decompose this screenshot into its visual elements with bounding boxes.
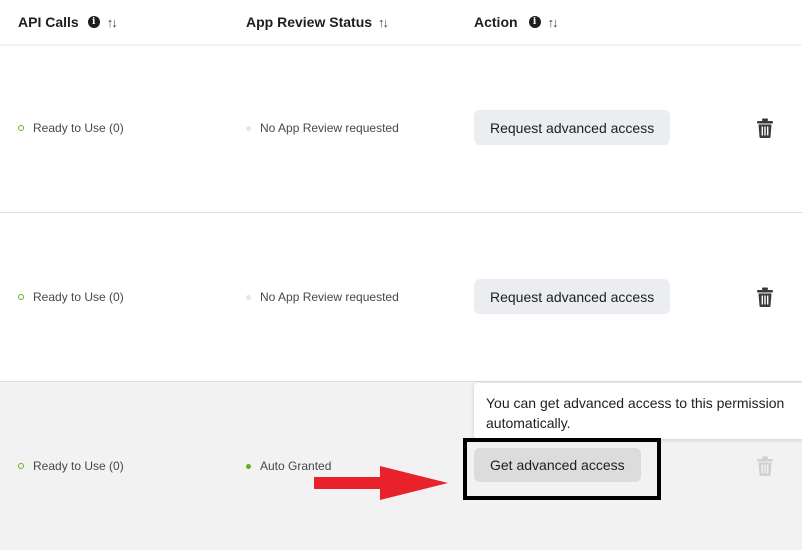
request-advanced-access-button[interactable]: Request advanced access <box>474 279 671 314</box>
api-status-label: Ready to Use (0) <box>33 459 124 473</box>
review-status-label: No App Review requested <box>260 121 399 135</box>
api-status-label: Ready to Use (0) <box>33 290 124 304</box>
review-status: No App Review requested <box>246 290 399 304</box>
sort-arrows-icon[interactable]: ↑↓ <box>107 15 118 30</box>
info-icon[interactable]: i <box>528 16 541 28</box>
table-header: API Calls i ↑↓ App Review Status ↑↓ Acti… <box>0 0 802 45</box>
ready-status-icon <box>18 463 24 469</box>
tooltip-text: You can get advanced access to this perm… <box>486 395 785 431</box>
api-status: Ready to Use (0) <box>18 290 124 304</box>
request-advanced-access-button[interactable]: Request advanced access <box>474 110 671 145</box>
sort-arrows-icon[interactable]: ↑↓ <box>548 15 559 30</box>
column-header-action[interactable]: Action i ↑↓ <box>474 14 559 30</box>
granted-status-icon <box>246 463 251 469</box>
api-status-label: Ready to Use (0) <box>33 121 124 135</box>
red-arrow-icon <box>314 466 448 500</box>
ready-status-icon <box>18 294 24 300</box>
review-status: No App Review requested <box>246 121 399 135</box>
api-status: Ready to Use (0) <box>18 459 124 473</box>
tooltip: You can get advanced access to this perm… <box>474 383 802 439</box>
api-status: Ready to Use (0) <box>18 121 124 135</box>
table-row: Ready to Use (0) No App Review requested… <box>0 213 802 382</box>
table-row: Ready to Use (0) No App Review requested… <box>0 44 802 213</box>
trash-icon <box>757 456 773 476</box>
review-status-icon <box>246 294 251 300</box>
info-icon[interactable]: i <box>87 16 100 28</box>
review-status-icon <box>246 125 251 131</box>
trash-icon[interactable] <box>756 118 774 138</box>
trash-icon[interactable] <box>756 287 774 307</box>
highlight-box <box>463 438 661 500</box>
column-header-label: App Review Status <box>246 14 373 30</box>
ready-status-icon <box>18 125 24 131</box>
column-header-label: API Calls <box>18 14 79 30</box>
column-header-label: Action <box>474 14 518 30</box>
sort-arrows-icon[interactable]: ↑↓ <box>378 15 389 30</box>
column-header-app-review-status[interactable]: App Review Status ↑↓ <box>246 14 389 30</box>
column-header-api-calls[interactable]: API Calls i ↑↓ <box>18 14 118 30</box>
review-status-label: No App Review requested <box>260 290 399 304</box>
